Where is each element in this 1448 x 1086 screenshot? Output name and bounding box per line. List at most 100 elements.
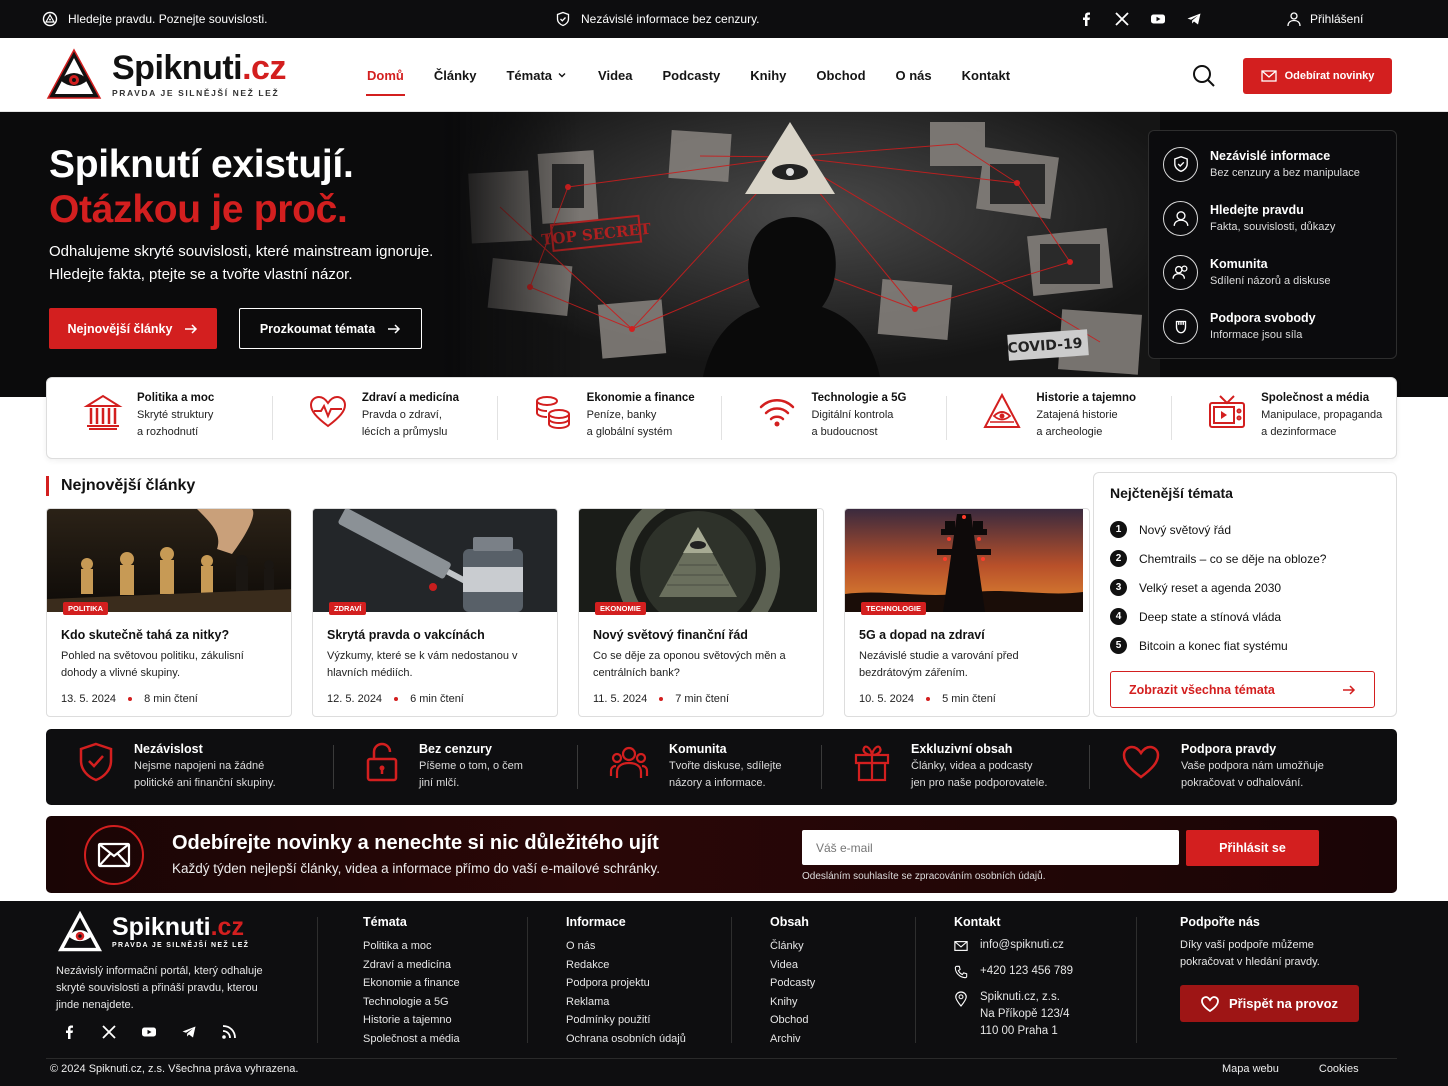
footer-link[interactable]: Politika a moc	[363, 937, 460, 956]
footer-logo-main: Spiknuti	[112, 912, 211, 941]
topic-line1: Peníze, banky	[586, 409, 657, 421]
logo-main: Spiknuti	[112, 48, 243, 87]
footer-link[interactable]: Videa	[770, 956, 815, 975]
footer-link[interactable]: Podmínky použití	[566, 1011, 686, 1030]
cookies-link[interactable]: Cookies	[1319, 1063, 1359, 1075]
login-link[interactable]: Přihlášení	[1286, 11, 1363, 27]
article-title[interactable]: 5G a dopad na zdraví	[859, 628, 1075, 642]
explore-topics-button[interactable]: Prozkoumat témata	[239, 308, 422, 349]
nav-videos[interactable]: Videa	[583, 38, 647, 112]
article-title[interactable]: Nový světový finanční řád	[593, 628, 809, 642]
newsletter-icon-circle	[84, 825, 144, 885]
nav-podcasts[interactable]: Podcasty	[647, 38, 735, 112]
site-logo[interactable]: Spiknuti.cz PRAVDA JE SILNĚJŠÍ NEŽ LEŽ	[46, 48, 286, 100]
footer-link[interactable]: Obchod	[770, 1011, 815, 1030]
telegram-icon[interactable]	[181, 1024, 197, 1040]
search-icon[interactable]	[1192, 64, 1216, 88]
telegram-icon[interactable]	[1186, 11, 1202, 27]
footer-link[interactable]: Podcasty	[770, 974, 815, 993]
meta-dot	[926, 697, 931, 701]
footer-link[interactable]: Ekonomie a finance	[363, 974, 460, 993]
footer-phone-row[interactable]: +420 123 456 789	[954, 963, 1073, 980]
footer-col-topics: Témata Politika a moc Zdraví a medicína …	[363, 915, 460, 1049]
facebook-icon[interactable]	[61, 1024, 77, 1040]
nav-books[interactable]: Knihy	[735, 38, 801, 112]
rss-icon[interactable]	[221, 1024, 237, 1040]
topic-line2: lécích a průmyslu	[361, 426, 448, 438]
nav-shop[interactable]: Obchod	[801, 38, 880, 112]
value-line2: jiní mlčí.	[419, 777, 460, 789]
article-excerpt: Nezávislé studie a varování před bezdrát…	[859, 650, 1019, 679]
footer-link[interactable]: Podpora projektu	[566, 974, 686, 993]
nav-articles[interactable]: Články	[419, 38, 492, 112]
footer-contact: Kontakt info@spiknuti.cz +420 123 456 78…	[954, 915, 1073, 1049]
article-excerpt: Výzkumy, které se k vám nedostanou v hla…	[327, 650, 518, 679]
topic-health[interactable]: Zdraví a medicína Pravda o zdraví, lécích …	[271, 378, 497, 458]
topic-society[interactable]: Společnost a média Manipulace, propaganda…	[1171, 378, 1396, 458]
subscribe-button[interactable]: Odebírat novinky	[1243, 58, 1392, 94]
hero-title-line1: Spiknutí existují.	[49, 143, 354, 186]
footer-support-title: Podpořte nás	[1180, 915, 1260, 929]
hero-feature-item: Podpora svobody Informace jsou síla	[1163, 299, 1382, 353]
nav-topics[interactable]: Témata	[491, 38, 583, 112]
footer-link[interactable]: Archiv	[770, 1030, 815, 1049]
nav-contact[interactable]: Kontakt	[947, 38, 1025, 112]
article-meta: 10. 5. 2024 5 min čtení	[859, 693, 1075, 705]
footer-link[interactable]: Historie a tajemno	[363, 1011, 460, 1030]
facebook-icon[interactable]	[1078, 11, 1094, 27]
footer-link[interactable]: Redakce	[566, 956, 686, 975]
newsletter-submit-button[interactable]: Přihlásit se	[1186, 830, 1319, 866]
footer-link[interactable]: Ochrana osobních údajů	[566, 1030, 686, 1049]
article-meta: 13. 5. 2024 8 min čtení	[61, 693, 277, 705]
footer-link[interactable]: Společnost a média	[363, 1030, 460, 1049]
hero-feature-title: Podpora svobody	[1210, 311, 1316, 325]
footer-link[interactable]: Zdraví a medicína	[363, 956, 460, 975]
article-read-time: 8 min čtení	[144, 693, 198, 705]
topic-technology[interactable]: Technologie a 5G Digitální kontrola a budo…	[721, 378, 946, 458]
login-label: Přihlášení	[1310, 12, 1364, 26]
trending-item[interactable]: 4 Deep state a stínová vláda	[1110, 602, 1380, 631]
footer-email-row[interactable]: info@spiknuti.cz	[954, 937, 1073, 954]
article-card[interactable]: ZDRAVÍ Skrytá pravda o vakcínách Výzkumy…	[312, 508, 558, 717]
trending-item[interactable]: 2 Chemtrails – co se děje na obloze?	[1110, 544, 1380, 573]
nav-home[interactable]: Domů	[352, 38, 419, 112]
youtube-icon[interactable]	[1150, 11, 1166, 27]
hero-text: Odhalujeme skryté souvislosti, které mai…	[49, 243, 434, 283]
youtube-icon[interactable]	[141, 1024, 157, 1040]
meta-dot	[128, 697, 133, 701]
newsletter-title: Odebírejte novinky a nenechte si nic důl…	[172, 832, 659, 854]
x-twitter-icon[interactable]	[101, 1024, 117, 1040]
trending-item[interactable]: 3 Velký reset a agenda 2030	[1110, 573, 1380, 602]
article-card[interactable]: EKONOMIE Nový světový finanční řád Co se…	[578, 508, 824, 717]
subscribe-button-label: Odebírat novinky	[1284, 70, 1375, 82]
footer-link[interactable]: Články	[770, 937, 815, 956]
article-card[interactable]: TECHNOLOGIE 5G a dopad na zdraví Nezávis…	[844, 508, 1090, 717]
value-line1: Tvořte diskuse, sdílejte	[669, 760, 782, 772]
footer-logo[interactable]: Spiknuti.cz PRAVDA JE SILNĚJŠÍ NEŽ LEŽ	[56, 909, 249, 953]
article-card[interactable]: POLITIKA Kdo skutečně tahá za nitky? Poh…	[46, 508, 292, 717]
footer-link[interactable]: Reklama	[566, 993, 686, 1012]
show-all-topics-button[interactable]: Zobrazit všechna témata	[1110, 671, 1375, 708]
newsletter-email-input[interactable]	[802, 830, 1179, 865]
trending-item[interactable]: 1 Nový světový řád	[1110, 515, 1380, 544]
article-title[interactable]: Skrytá pravda o vakcínách	[327, 628, 543, 642]
x-twitter-icon[interactable]	[1114, 11, 1130, 27]
topic-line1: Digitální kontrola	[811, 409, 894, 421]
main-nav: Domů Články Témata Videa Podcasty Knihy …	[352, 38, 1025, 112]
topic-history[interactable]: Historie a tajemno Zatajená historie a arc…	[946, 378, 1171, 458]
latest-articles-button[interactable]: Nejnovější články	[49, 308, 217, 349]
article-title[interactable]: Kdo skutečně tahá za nitky?	[61, 628, 277, 642]
footer-link[interactable]: Technologie a 5G	[363, 993, 460, 1012]
donate-button[interactable]: Přispět na provoz	[1180, 985, 1359, 1022]
topic-economy[interactable]: Ekonomie a finance Peníze, banky a globáln…	[496, 378, 722, 458]
envelope-icon	[1260, 70, 1277, 82]
nav-about[interactable]: O nás	[881, 38, 947, 112]
value-line1: Nejsme napojeni na žádné	[134, 760, 265, 772]
shield-check-icon	[1163, 146, 1198, 182]
sitemap-link[interactable]: Mapa webu	[1222, 1063, 1279, 1075]
trending-item[interactable]: 5 Bitcoin a konec fiat systému	[1110, 631, 1380, 660]
topic-politics[interactable]: Politika a moc Skryté struktury a rozhodnu…	[47, 378, 272, 458]
footer-link[interactable]: Knihy	[770, 993, 815, 1012]
topic-line1: Manipulace, propaganda	[1261, 409, 1383, 421]
footer-link[interactable]: O nás	[566, 937, 686, 956]
